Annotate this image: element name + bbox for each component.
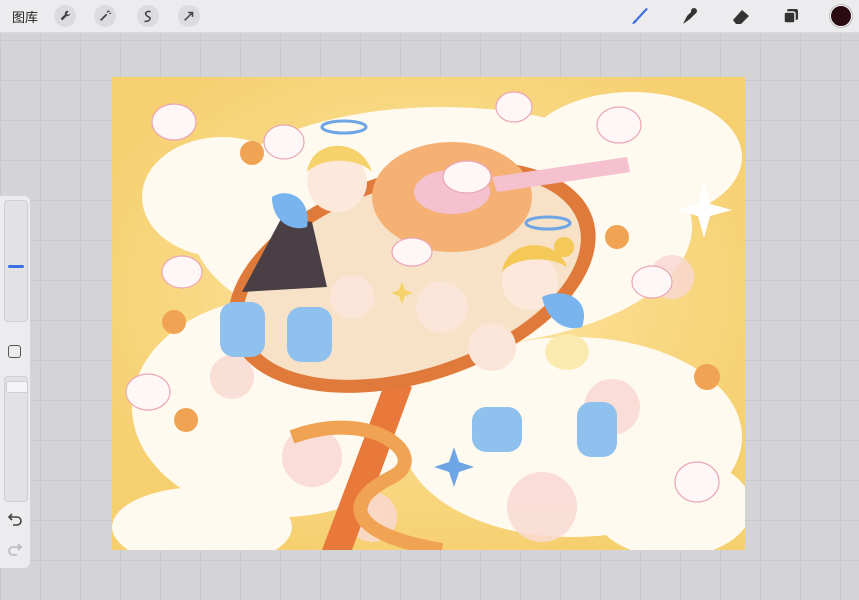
opacity-knob[interactable] [6,381,28,393]
color-swatch[interactable] [830,5,852,27]
brush-icon[interactable] [628,5,652,27]
brush-size-knob[interactable] [8,265,24,268]
undo-icon[interactable] [7,512,23,526]
layers-icon[interactable] [779,5,803,27]
magic-wand-icon[interactable] [94,5,116,27]
transform-arrow-icon[interactable] [178,5,200,27]
brush-size-slider[interactable] [4,200,28,322]
wrench-icon[interactable] [54,5,76,27]
artwork-illustration [112,77,745,550]
gallery-button[interactable]: 图库 [12,7,38,26]
drawing-canvas[interactable] [112,77,745,550]
left-sidebar [0,196,30,568]
selection-icon[interactable] [137,5,159,27]
opacity-slider[interactable] [4,376,28,502]
top-toolbar: 图库 [0,0,859,33]
modify-button[interactable] [8,345,21,358]
eraser-icon[interactable] [729,5,753,27]
redo-icon[interactable] [7,542,23,556]
smudge-icon[interactable] [678,5,702,27]
